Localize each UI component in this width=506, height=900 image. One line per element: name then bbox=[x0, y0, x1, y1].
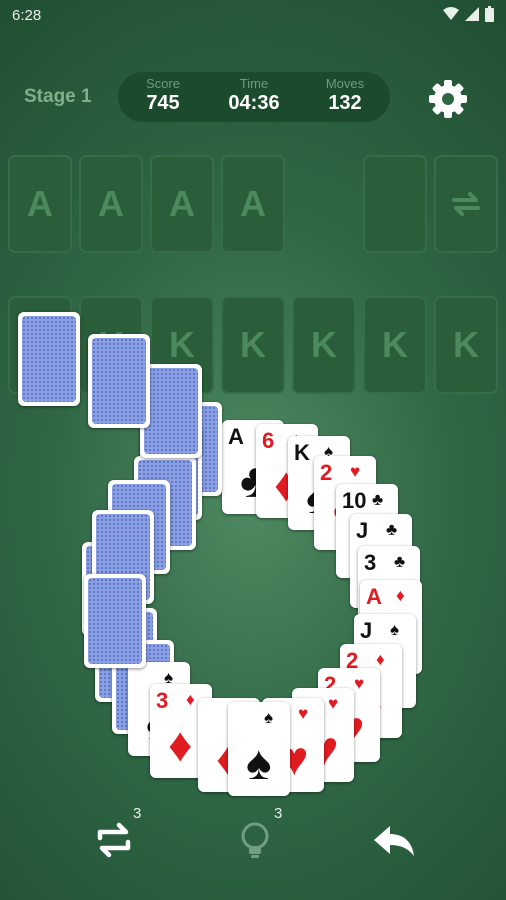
status-icons bbox=[443, 6, 494, 22]
tableau-slot-6[interactable]: K bbox=[363, 296, 427, 394]
signal-icon bbox=[465, 7, 479, 21]
moves-value: 132 bbox=[328, 92, 362, 114]
battery-icon bbox=[485, 6, 494, 22]
recycle-icon bbox=[452, 192, 480, 216]
time-stat: Time 04:36 bbox=[209, 76, 299, 115]
card-suit: ♣ bbox=[394, 552, 406, 571]
score-value: 745 bbox=[146, 92, 180, 114]
card-back[interactable] bbox=[84, 574, 146, 668]
card-suit: ♣ bbox=[372, 490, 384, 509]
card-rank: J bbox=[356, 518, 369, 543]
card-rank: A bbox=[366, 584, 382, 609]
card-suit: ♦ bbox=[396, 586, 405, 605]
card-suit: ♣ bbox=[386, 520, 398, 539]
card-suit: ♥ bbox=[298, 704, 309, 723]
card-rank: A bbox=[228, 424, 244, 449]
score-stat: Score 745 bbox=[118, 76, 208, 115]
tableau-slot-7[interactable]: K bbox=[434, 296, 498, 394]
stock-slot[interactable] bbox=[434, 155, 498, 253]
undo-icon bbox=[374, 826, 414, 856]
status-time: 6:28 bbox=[12, 7, 42, 24]
stage-label: Stage 1 bbox=[24, 86, 92, 107]
stats-panel: Score 745 Time 04:36 Moves 132 bbox=[118, 72, 390, 122]
card-suit: ♥ bbox=[350, 462, 361, 481]
foundation-slot-4[interactable]: A bbox=[221, 155, 285, 253]
card-rank: K bbox=[294, 440, 310, 465]
settings-button[interactable] bbox=[426, 77, 470, 121]
score-label: Score bbox=[146, 76, 180, 91]
time-value: 04:36 bbox=[228, 92, 280, 114]
card-back[interactable] bbox=[88, 334, 150, 428]
tableau-slot-5[interactable]: K bbox=[292, 296, 356, 394]
time-label: Time bbox=[239, 76, 269, 91]
status-bar: 6:28 bbox=[0, 0, 506, 30]
wifi-icon bbox=[443, 7, 459, 20]
gear-icon bbox=[429, 80, 467, 118]
foundation-slot-2[interactable]: A bbox=[79, 155, 143, 253]
card-suit: ♦ bbox=[376, 650, 385, 669]
card-suit: ♠ bbox=[390, 620, 400, 639]
card-rank: 2 bbox=[320, 460, 333, 485]
card-rank: 6 bbox=[262, 428, 275, 453]
waste-slot[interactable] bbox=[363, 155, 427, 253]
card-rank: 3 bbox=[364, 550, 377, 575]
moves-stat: Moves 132 bbox=[300, 76, 390, 115]
playing-card[interactable]: ♠ ♠ bbox=[228, 702, 290, 796]
shuffle-count-badge: 3 bbox=[133, 805, 142, 822]
card-suit-large: ♦ bbox=[168, 719, 193, 772]
moves-label: Moves bbox=[325, 76, 365, 91]
hint-count-badge: 3 bbox=[274, 805, 283, 822]
foundation-slot-1[interactable]: A bbox=[8, 155, 72, 253]
card-suit: ♥ bbox=[328, 694, 339, 713]
card-suit: ♠ bbox=[264, 708, 274, 727]
foundation-slot-3[interactable]: A bbox=[150, 155, 214, 253]
card-rank: 10 bbox=[342, 488, 367, 513]
tableau-slot-4[interactable]: K bbox=[221, 296, 285, 394]
card-suit: ♦ bbox=[186, 690, 195, 709]
card-back[interactable] bbox=[18, 312, 80, 406]
card-suit: ♥ bbox=[354, 674, 365, 693]
card-rank: 3 bbox=[156, 688, 169, 713]
card-suit-large: ♠ bbox=[246, 737, 272, 790]
card-rank: J bbox=[360, 618, 373, 643]
undo-button[interactable] bbox=[366, 812, 422, 868]
